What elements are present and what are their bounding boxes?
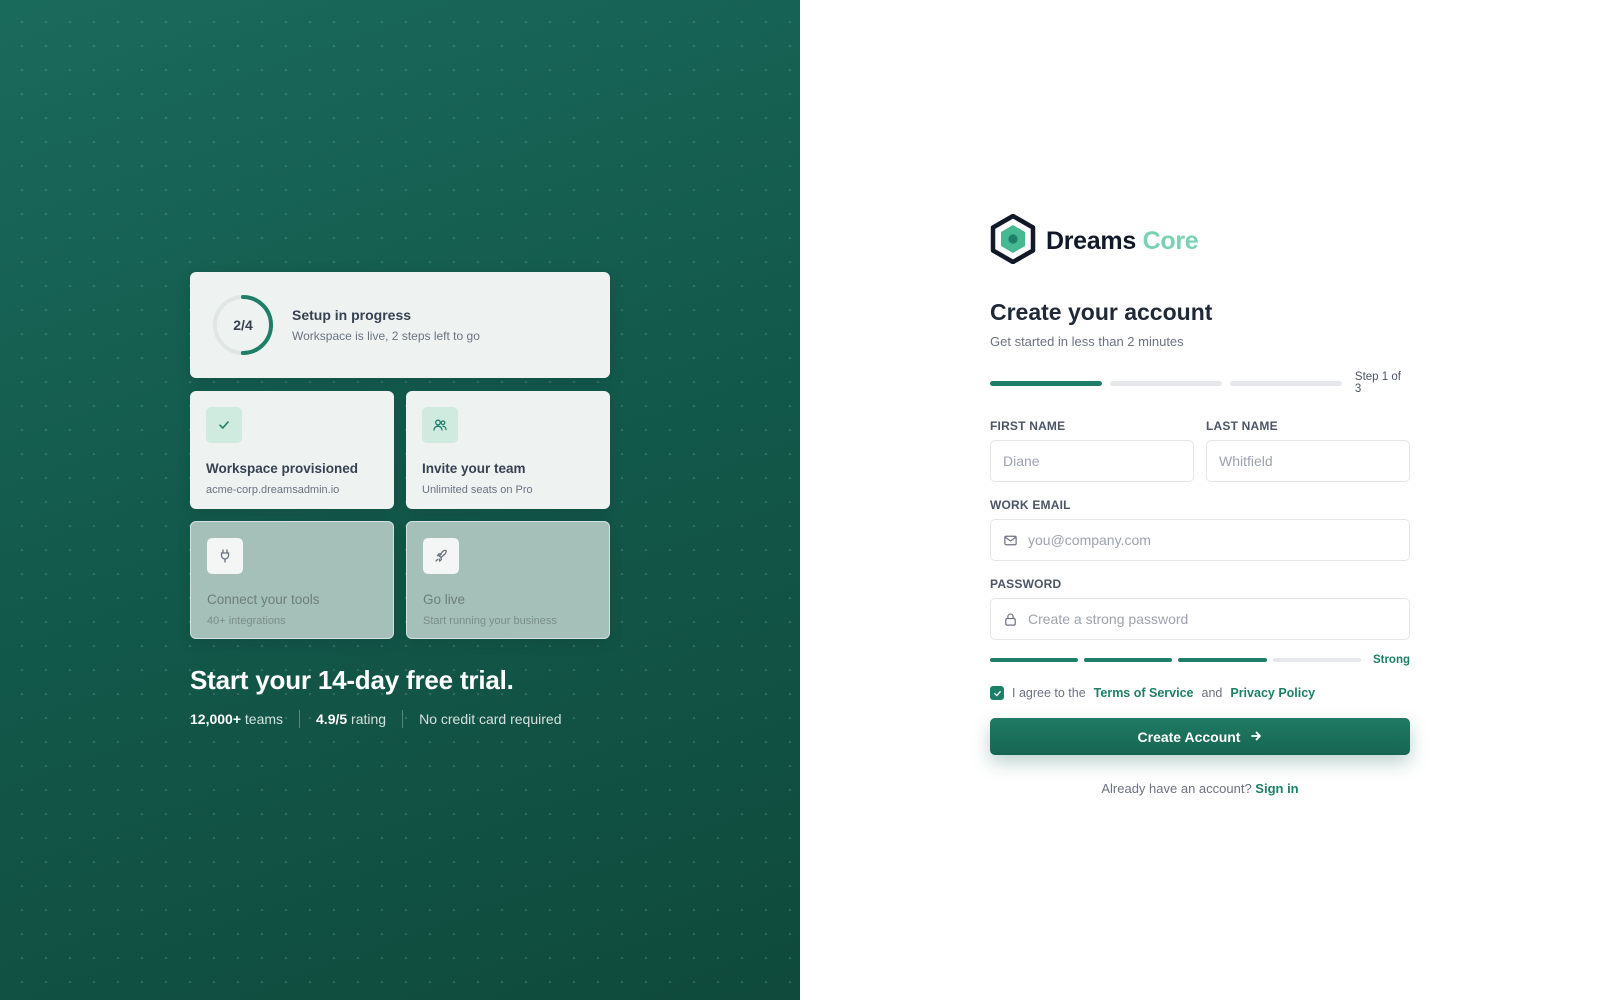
brand: Dreams Core — [990, 213, 1410, 269]
hexagon-logo-icon — [990, 213, 1036, 269]
form-stepper: Step 1 of 3 — [990, 371, 1410, 395]
password-input[interactable]: Create a strong password — [990, 598, 1410, 640]
progress-text: Setup in progress Workspace is live, 2 s… — [292, 307, 480, 343]
strength-label: Strong — [1372, 654, 1410, 666]
setup-progress-card: 2/4 Setup in progress Workspace is live,… — [190, 272, 610, 378]
stepper-segment — [1229, 380, 1342, 386]
password-field: PASSWORD Create a strong password Strong — [990, 577, 1410, 666]
stat-teams: 12,000+ teams — [190, 711, 283, 727]
step-title: Connect your tools — [207, 592, 320, 607]
password-strength-meter: Strong — [990, 654, 1410, 666]
last-name-input[interactable]: Whitfield — [1206, 440, 1410, 482]
agree-prefix: I agree to the — [1012, 686, 1086, 700]
onboarding-panel: 2/4 Setup in progress Workspace is live,… — [0, 0, 800, 1000]
step-subtitle: acme-corp.dreamsadmin.io — [206, 484, 340, 496]
step-subtitle: Unlimited seats on Pro — [422, 484, 533, 496]
onboarding-content: 2/4 Setup in progress Workspace is live,… — [190, 272, 610, 728]
last-name-label: LAST NAME — [1206, 419, 1278, 433]
terms-of-service-link[interactable]: Terms of Service — [1094, 686, 1194, 700]
stepper-segment — [1109, 380, 1222, 386]
signup-page: 2/4 Setup in progress Workspace is live,… — [0, 0, 1600, 1000]
check-icon — [206, 407, 242, 443]
plug-icon — [207, 538, 243, 574]
social-proof-stats: 12,000+ teams 4.9/5 rating No credit car… — [190, 710, 610, 728]
progress-ring: 2/4 — [212, 294, 274, 356]
step-card-workspace: Workspace provisioned acme-corp.dreamsad… — [190, 391, 394, 509]
brand-name-primary: Dreams — [1046, 227, 1136, 255]
mail-icon — [1003, 533, 1018, 548]
stat-rating: 4.9/5 rating — [316, 711, 386, 727]
step-indicator: Step 1 of 3 — [1354, 371, 1401, 395]
stat-teams-label: teams — [244, 711, 284, 727]
step-card-invite-team[interactable]: Invite your team Unlimited seats on Pro — [406, 391, 610, 509]
password-placeholder: Create a strong password — [1028, 611, 1189, 627]
stat-divider — [299, 710, 301, 728]
stat-divider — [402, 710, 404, 728]
privacy-policy-link[interactable]: Privacy Policy — [1230, 686, 1315, 700]
create-account-label: Create Account — [1137, 728, 1241, 745]
email-input[interactable]: you@company.com — [990, 519, 1410, 561]
progress-subtitle: Workspace is live, 2 steps left to go — [292, 329, 480, 343]
stat-no-credit-card: No credit card required — [419, 711, 562, 727]
first-name-field: FIRST NAME Diane — [990, 419, 1194, 482]
name-row: FIRST NAME Diane LAST NAME Whitfield — [990, 419, 1410, 482]
terms-agreement: I agree to the Terms of Service and Priv… — [990, 686, 1410, 700]
create-account-button[interactable]: Create Account — [990, 718, 1410, 755]
sign-in-link[interactable]: Sign in — [1255, 781, 1298, 796]
stat-rating-value: 4.9/5 — [316, 711, 348, 727]
strength-bar — [1084, 658, 1173, 662]
step-card-go-live: Go live Start running your business — [406, 521, 610, 639]
last-name-placeholder: Whitfield — [1219, 453, 1273, 469]
first-name-input[interactable]: Diane — [990, 440, 1194, 482]
page-title: Create your account — [990, 299, 1213, 325]
first-name-label: FIRST NAME — [990, 419, 1066, 433]
brand-name: Dreams Core — [1046, 227, 1199, 256]
last-name-field: LAST NAME Whitfield — [1206, 419, 1410, 482]
step-title: Workspace provisioned — [206, 461, 359, 476]
progress-title: Setup in progress — [292, 307, 412, 323]
page-subtitle: Get started in less than 2 minutes — [990, 334, 1184, 349]
brand-name-accent: Core — [1142, 227, 1199, 255]
first-name-placeholder: Diane — [1003, 453, 1040, 469]
terms-checkbox[interactable] — [990, 686, 1004, 700]
step-subtitle: 40+ integrations — [207, 615, 286, 627]
step-title: Invite your team — [422, 461, 526, 476]
email-placeholder: you@company.com — [1028, 532, 1151, 548]
step-card-connect-tools: Connect your tools 40+ integrations — [190, 521, 394, 639]
progress-fraction: 2/4 — [233, 317, 253, 333]
email-label: WORK EMAIL — [990, 498, 1071, 512]
signup-panel: Dreams Core Create your account Get star… — [800, 0, 1600, 1000]
step-title: Go live — [423, 592, 466, 607]
email-field: WORK EMAIL you@company.com — [990, 498, 1410, 561]
stepper-segment — [990, 380, 1102, 386]
trial-headline: Start your 14-day free trial. — [190, 665, 514, 695]
users-icon — [422, 407, 458, 443]
signup-form: Dreams Core Create your account Get star… — [990, 213, 1410, 796]
password-label: PASSWORD — [990, 577, 1062, 591]
lock-icon — [1003, 612, 1018, 627]
strength-bar — [1272, 658, 1361, 662]
setup-steps: Workspace provisioned acme-corp.dreamsad… — [190, 391, 610, 639]
rocket-icon — [423, 538, 459, 574]
agree-and: and — [1201, 686, 1223, 700]
strength-bar — [990, 658, 1079, 662]
step-subtitle: Start running your business — [423, 615, 557, 627]
signin-prompt-text: Already have an account? — [1101, 781, 1252, 796]
stat-teams-value: 12,000+ — [190, 711, 241, 727]
signin-prompt: Already have an account? Sign in — [990, 781, 1410, 796]
strength-bar — [1178, 658, 1267, 662]
arrow-right-icon — [1250, 729, 1262, 745]
stat-rating-label: rating — [351, 711, 387, 727]
checkmark-icon — [993, 690, 1001, 696]
